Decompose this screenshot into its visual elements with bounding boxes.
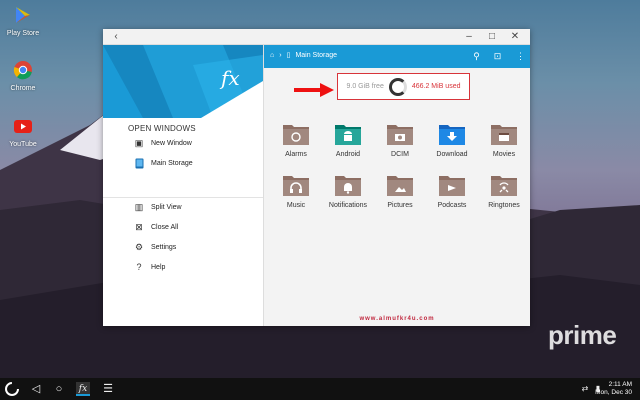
prime-os-watermark: prime [548,320,617,350]
fx-app-task-icon[interactable]: fx [76,382,90,396]
folder-android[interactable]: Android [328,122,368,158]
bell-icon [335,176,361,196]
gear-icon: ⚙ [134,241,144,252]
taskbar: ◁ ○ fx ☰ ⇄ ▮ 2:11 AM Mon, Dec 30 [0,378,640,400]
site-watermark: www.almufkr4u.com [359,316,435,322]
folder-label: Movies [492,151,516,158]
folder-podcasts[interactable]: Podcasts [432,173,472,209]
storage-usage-box: 9.0 GiB free 466.2 MiB used [337,73,470,100]
open-windows-heading: OPEN WINDOWS [128,124,196,133]
start-menu-icon[interactable] [5,382,19,396]
drawer-divider [103,197,263,198]
drawer-item-label: Settings [151,243,177,251]
folder-ringtones[interactable]: Ringtones [484,173,524,209]
red-arrow-annotation [294,83,334,97]
select-icon[interactable]: ⊡ [491,50,504,63]
search-icon[interactable]: ⚲ [470,50,483,63]
folder-label: Alarms [285,151,307,158]
home-nav-icon[interactable]: ○ [52,382,66,396]
folder-dcim[interactable]: DCIM [380,122,420,158]
minimize-icon[interactable]: – [463,31,475,43]
youtube-icon [14,120,32,133]
phone-storage-icon [133,157,145,169]
date: Mon, Dec 30 [595,389,632,396]
image-icon [387,176,413,196]
camera-icon [387,125,413,145]
play-store-icon [16,7,30,23]
drawer-item-main-storage[interactable]: Main Storage [133,156,258,170]
folder-movies[interactable]: Movies [484,122,524,158]
chrome-shortcut[interactable]: Chrome [2,60,44,92]
folder-notifications[interactable]: Notifications [328,173,368,209]
folder-label: Notifications [328,202,368,209]
folder-label: Ringtones [488,202,520,209]
youtube-label: YouTube [9,141,37,148]
film-icon [491,125,517,145]
network-icon: ⇄ [581,384,589,393]
drawer-item-close-all[interactable]: ⊠ Close All [133,220,258,234]
file-browser-pane: ⌂ › ▯ Main Storage ⚲ ⊡ ⋮ 9.0 GiB free 46… [264,45,530,326]
alarm-icon [283,125,309,145]
chevron-right-icon: › [279,51,282,59]
breadcrumb-main-storage[interactable]: Main Storage [295,52,337,59]
close-all-icon: ⊠ [135,221,143,232]
headphones-icon [283,176,309,196]
storage-free: 9.0 GiB free [346,83,384,90]
folder-pictures[interactable]: Pictures [380,173,420,209]
phone-storage-icon: ▯ [286,52,291,59]
recent-apps-icon[interactable]: ☰ [101,382,115,396]
more-vert-icon[interactable]: ⋮ [514,50,527,63]
folder-label: Music [286,202,306,209]
help-icon: ? [136,262,142,272]
drawer-item-label: Help [151,263,166,271]
play-store-label: Play Store [6,30,40,37]
navigation-drawer: fx OPEN WINDOWS ▣ New Window Main Storag… [103,45,264,326]
breadcrumb: ⌂ › ▯ Main Storage [270,51,342,60]
drawer-item-new-window[interactable]: ▣ New Window [133,136,258,150]
drawer-item-label: Main Storage [151,159,193,167]
folder-label: Pictures [387,202,413,209]
file-toolbar: ⌂ › ▯ Main Storage ⚲ ⊡ ⋮ [264,45,530,68]
folder-music[interactable]: Music [276,173,316,209]
maximize-icon[interactable]: □ [486,31,498,43]
split-view-icon: ▥ [134,201,144,212]
ringtone-icon [491,176,517,196]
drawer-header: fx [103,45,263,118]
new-window-icon: ▣ [134,137,144,148]
download-icon [439,125,465,145]
drawer-item-help[interactable]: ? Help [133,260,258,274]
time: 2:11 AM [608,381,632,388]
folder-label: DCIM [391,151,409,158]
svg-text:fx: fx [219,66,240,90]
drawer-item-label: Close All [151,223,179,231]
storage-ring-icon [388,77,407,96]
chrome-icon [13,61,32,80]
drawer-item-label: New Window [151,139,192,147]
clock[interactable]: 2:11 AM Mon, Dec 30 [595,381,632,397]
drawer-item-split-view[interactable]: ▥ Split View [133,200,258,214]
back-nav-icon[interactable]: ◁ [29,382,43,396]
window-titlebar[interactable]: ‹ – □ ✕ [103,29,530,45]
youtube-shortcut[interactable]: YouTube [2,116,44,148]
podcast-icon [439,176,465,196]
home-icon[interactable]: ⌂ [270,52,274,59]
folder-label: Download [436,151,468,158]
storage-used: 466.2 MiB used [411,83,461,90]
drawer-item-settings[interactable]: ⚙ Settings [133,240,258,254]
folder-download[interactable]: Download [432,122,472,158]
fx-logo-icon: fx [103,45,263,118]
android-icon [335,125,361,145]
close-icon[interactable]: ✕ [509,31,521,43]
folder-alarms[interactable]: Alarms [276,122,316,158]
folder-label: Android [335,151,361,158]
play-store-shortcut[interactable]: Play Store [2,5,44,37]
back-arrow-icon[interactable]: ‹ [110,31,122,43]
file-explorer-window: ‹ – □ ✕ fx OPEN WINDOWS ▣ New Window Mai… [103,29,530,326]
chrome-label: Chrome [10,85,36,92]
drawer-item-label: Split View [151,203,182,211]
folder-label: Podcasts [437,202,467,209]
